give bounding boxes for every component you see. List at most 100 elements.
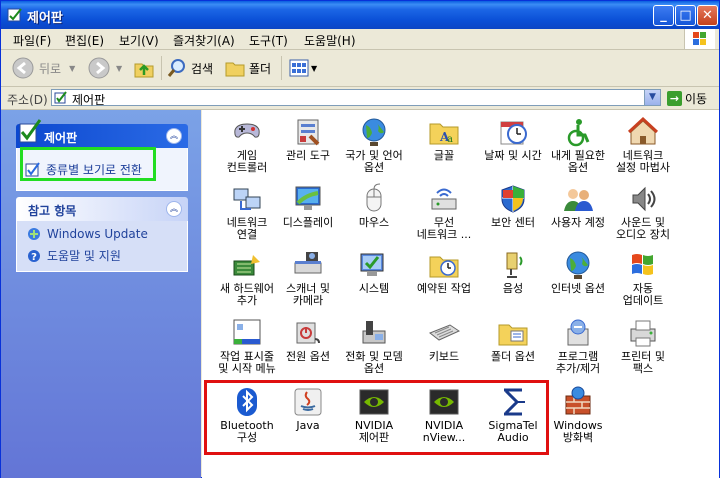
control-panel-item[interactable]: 프로그램 추가/제거 — [542, 317, 614, 375]
menu-help[interactable]: 도움말(H) — [304, 32, 356, 49]
control-panel-item[interactable]: 국가 및 언어 옵션 — [338, 116, 410, 174]
control-panel-item-label: 사운드 및 오디오 장치 — [615, 216, 671, 241]
address-dropdown-icon[interactable]: ▼ — [644, 90, 660, 105]
see-also-section-header[interactable]: 참고 항목 ︽ — [16, 197, 188, 221]
windows-logo-icon — [684, 29, 715, 49]
control-panel-item-label: 인터넷 옵션 — [550, 282, 606, 295]
control-panel-item[interactable]: Windows 방화벽 — [542, 386, 614, 444]
highlight-box-green — [20, 147, 156, 181]
folders-button[interactable]: 폴더 — [224, 56, 271, 80]
address-bar: 주소(D) 제어판 ▼ → 이동 — [1, 87, 719, 110]
back-dropdown-icon[interactable]: ▼ — [69, 64, 75, 73]
address-label: 주소(D) — [7, 93, 48, 107]
control-panel-item[interactable]: 폴더 옵션 — [477, 317, 549, 363]
control-panel-item[interactable]: 디스플레이 — [272, 183, 344, 229]
control-panel-item[interactable]: 사용자 계정 — [542, 183, 614, 229]
network-home-icon — [627, 116, 659, 148]
control-panel-item-label: 폴더 옵션 — [491, 350, 535, 363]
control-panel-item-label: 무선 네트워크 ... — [416, 216, 472, 241]
control-panel-item-label: 음성 — [502, 282, 524, 295]
power-icon — [292, 317, 324, 349]
back-button[interactable]: 뒤로 ▼ — [11, 56, 75, 80]
folder-options-icon — [497, 317, 529, 349]
control-panel-item[interactable]: Aa 글꼴 — [408, 116, 480, 162]
address-input[interactable]: 제어판 ▼ — [51, 89, 661, 107]
speaker-icon — [627, 183, 659, 215]
go-button[interactable]: → 이동 — [667, 90, 707, 107]
hardware-icon — [231, 249, 263, 281]
control-panel-item[interactable]: 날짜 및 시간 — [477, 116, 549, 162]
up-folder-button[interactable] — [133, 56, 155, 80]
control-panel-item[interactable]: 프린터 및 팩스 — [607, 317, 679, 375]
views-dropdown-icon[interactable]: ▼ — [311, 64, 317, 73]
speech-icon — [497, 249, 529, 281]
control-panel-section-header[interactable]: 제어판 ︽ — [16, 119, 188, 148]
control-panel-item[interactable]: 전화 및 모뎀 옵션 — [338, 317, 410, 375]
internet-globe-icon — [562, 249, 594, 281]
control-panel-item[interactable]: 자동 업데이트 — [607, 249, 679, 307]
maximize-button[interactable]: □ — [675, 5, 696, 26]
title-bar[interactable]: 제어판 _ □ ✕ — [1, 1, 719, 29]
control-panel-item[interactable]: 내게 필요한 옵션 — [542, 116, 614, 174]
close-button[interactable]: ✕ — [697, 5, 718, 26]
see-also-section-body: Windows Update ? 도움말 및 지원 — [16, 221, 188, 272]
control-panel-small-icon — [54, 91, 67, 104]
menu-favorites[interactable]: 즐겨찾기(A) — [173, 32, 235, 49]
control-panel-item[interactable]: 전원 옵션 — [272, 317, 344, 363]
menu-view[interactable]: 보기(V) — [119, 32, 159, 49]
forward-button[interactable]: ▼ — [87, 56, 122, 80]
collapse-chevron-icon[interactable]: ︽ — [166, 201, 182, 217]
control-panel-item[interactable]: 마우스 — [338, 183, 410, 229]
network-connection-icon — [231, 183, 263, 215]
mouse-icon — [358, 183, 390, 215]
windows-update-link[interactable]: Windows Update — [27, 227, 148, 241]
window-title: 제어판 — [27, 11, 63, 26]
collapse-chevron-icon[interactable]: ︽ — [166, 128, 182, 144]
menu-tools[interactable]: 도구(T) — [249, 32, 288, 49]
control-panel-item[interactable]: 인터넷 옵션 — [542, 249, 614, 295]
svg-text:?: ? — [31, 252, 37, 263]
forward-dropdown-icon[interactable]: ▼ — [116, 64, 122, 73]
control-panel-item[interactable]: 보안 센터 — [477, 183, 549, 229]
control-panel-item[interactable]: 음성 — [477, 249, 549, 295]
control-panel-item-label: 내게 필요한 옵션 — [550, 149, 606, 174]
control-panel-item[interactable]: 키보드 — [408, 317, 480, 363]
back-label: 뒤로 — [39, 61, 62, 76]
search-icon — [167, 59, 185, 77]
go-arrow-icon: → — [667, 91, 682, 106]
menu-edit[interactable]: 편집(E) — [65, 32, 104, 49]
control-panel-item[interactable]: 무선 네트워크 ... — [408, 183, 480, 241]
control-panel-item[interactable]: 시스템 — [338, 249, 410, 295]
control-panel-item[interactable]: 사운드 및 오디오 장치 — [607, 183, 679, 241]
windows-update-label: Windows Update — [47, 227, 148, 241]
views-button[interactable]: ▼ — [288, 56, 317, 80]
control-panel-item-label: 스캐너 및 카메라 — [286, 282, 330, 307]
help-support-label: 도움말 및 지원 — [47, 249, 121, 263]
minimize-button[interactable]: _ — [653, 5, 674, 26]
explorer-window: 제어판 _ □ ✕ 파일(F) 편집(E) 보기(V) 즐겨찾기(A) 도구(T… — [0, 0, 720, 478]
search-button[interactable]: 검색 — [166, 56, 213, 80]
help-support-link[interactable]: ? 도움말 및 지원 — [27, 247, 121, 264]
control-panel-item[interactable]: 네트워크 설정 마법사 — [607, 116, 679, 174]
users-icon — [562, 183, 594, 215]
toolbar: 뒤로 ▼ ▼ 검색 폴더 ▼ — [1, 50, 719, 87]
control-panel-section-title: 제어판 — [44, 131, 78, 145]
game-controller-icon — [231, 116, 263, 148]
folders-icon — [225, 62, 245, 77]
control-panel-item-label: 관리 도구 — [286, 149, 330, 162]
back-arrow-icon — [12, 57, 34, 79]
svg-text:a: a — [447, 134, 453, 145]
taskbar-icon — [231, 317, 263, 349]
go-label: 이동 — [685, 92, 708, 106]
globe-icon — [358, 116, 390, 148]
control-panel-section-icon — [19, 119, 42, 143]
control-panel-item[interactable]: 스캐너 및 카메라 — [272, 249, 344, 307]
control-panel-item-label: 사용자 계정 — [550, 216, 606, 229]
control-panel-item[interactable]: 관리 도구 — [272, 116, 344, 162]
menu-file[interactable]: 파일(F) — [13, 32, 51, 49]
address-value: 제어판 — [72, 93, 106, 107]
control-panel-item[interactable]: 예약된 작업 — [408, 249, 480, 295]
control-panel-item-label: 글꼴 — [433, 149, 455, 162]
fonts-folder-icon: Aa — [428, 116, 460, 148]
control-panel-item-label: 시스템 — [358, 282, 390, 295]
